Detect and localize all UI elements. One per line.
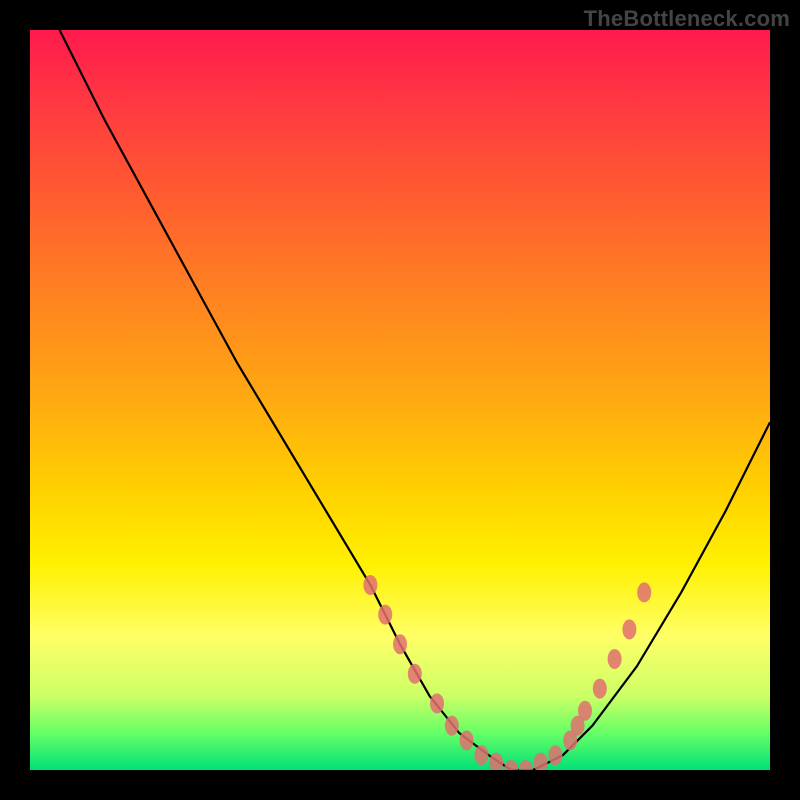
highlight-dot (489, 753, 503, 770)
highlight-dot (519, 760, 533, 770)
highlight-dot (430, 693, 444, 713)
highlight-dot (622, 619, 636, 639)
highlight-dot (593, 679, 607, 699)
highlight-dot (504, 760, 518, 770)
highlight-dots (363, 575, 651, 770)
watermark-text: TheBottleneck.com (584, 6, 790, 32)
highlight-dot (393, 634, 407, 654)
curve-svg (30, 30, 770, 770)
chart-frame: TheBottleneck.com (0, 0, 800, 800)
highlight-dot (363, 575, 377, 595)
plot-area (30, 30, 770, 770)
bottleneck-curve (60, 30, 770, 770)
highlight-dot (578, 701, 592, 721)
highlight-dot (445, 716, 459, 736)
highlight-dot (474, 745, 488, 765)
highlight-dot (608, 649, 622, 669)
highlight-dot (378, 605, 392, 625)
highlight-dot (548, 745, 562, 765)
highlight-dot (534, 753, 548, 770)
highlight-dot (637, 582, 651, 602)
highlight-dot (460, 730, 474, 750)
highlight-dot (408, 664, 422, 684)
